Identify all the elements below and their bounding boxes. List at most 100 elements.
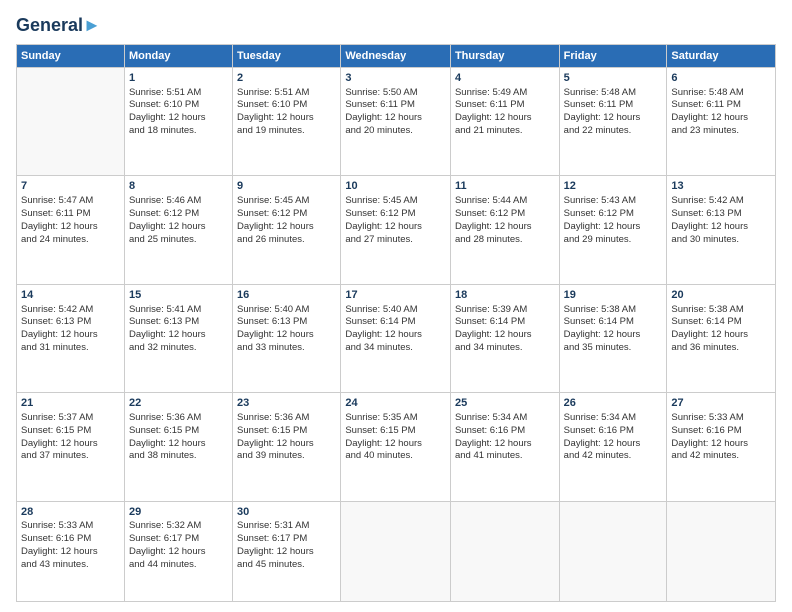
day-info-line: Sunset: 6:16 PM [671,425,771,438]
day-info-line: Sunrise: 5:47 AM [21,195,120,208]
day-number: 14 [21,288,120,303]
day-info-line: and 42 minutes. [564,450,663,463]
day-info-line: Daylight: 12 hours [21,329,120,342]
day-info-line: Sunset: 6:15 PM [21,425,120,438]
day-info-line: and 44 minutes. [129,559,228,572]
day-number: 11 [455,179,555,194]
day-info-line: and 34 minutes. [455,342,555,355]
day-info-line: Sunrise: 5:33 AM [671,412,771,425]
day-info-line: Sunset: 6:11 PM [671,99,771,112]
day-info-line: and 25 minutes. [129,234,228,247]
day-info-line: Sunset: 6:12 PM [237,208,336,221]
day-info-line: Sunrise: 5:33 AM [21,520,120,533]
day-info-line: Daylight: 12 hours [237,221,336,234]
weekday-header-tuesday: Tuesday [233,44,341,67]
calendar-cell: 23Sunrise: 5:36 AMSunset: 6:15 PMDayligh… [233,393,341,501]
day-info-line: and 39 minutes. [237,450,336,463]
calendar-cell: 22Sunrise: 5:36 AMSunset: 6:15 PMDayligh… [124,393,232,501]
day-number: 10 [345,179,446,194]
day-info-line: and 41 minutes. [455,450,555,463]
calendar-week-row: 7Sunrise: 5:47 AMSunset: 6:11 PMDaylight… [17,176,776,284]
day-info-line: Sunrise: 5:32 AM [129,520,228,533]
day-info-line: and 30 minutes. [671,234,771,247]
calendar-cell: 5Sunrise: 5:48 AMSunset: 6:11 PMDaylight… [559,67,667,175]
day-info-line: Daylight: 12 hours [129,329,228,342]
day-info-line: and 43 minutes. [21,559,120,572]
day-number: 1 [129,71,228,86]
calendar-cell: 15Sunrise: 5:41 AMSunset: 6:13 PMDayligh… [124,284,232,392]
calendar-cell [341,501,451,601]
day-number: 26 [564,396,663,411]
day-info-line: Sunset: 6:15 PM [345,425,446,438]
calendar-cell: 25Sunrise: 5:34 AMSunset: 6:16 PMDayligh… [450,393,559,501]
calendar-page: General► SundayMondayTuesdayWednesdayThu… [0,0,792,612]
day-info-line: Sunset: 6:14 PM [671,316,771,329]
weekday-header-friday: Friday [559,44,667,67]
day-info-line: Sunrise: 5:44 AM [455,195,555,208]
day-info-line: Daylight: 12 hours [129,438,228,451]
day-info-line: Sunset: 6:16 PM [21,533,120,546]
day-info-line: Sunset: 6:14 PM [345,316,446,329]
day-info-line: and 38 minutes. [129,450,228,463]
day-info-line: Sunset: 6:10 PM [129,99,228,112]
day-info-line: Daylight: 12 hours [455,221,555,234]
day-number: 12 [564,179,663,194]
calendar-cell: 20Sunrise: 5:38 AMSunset: 6:14 PMDayligh… [667,284,776,392]
day-info-line: Sunrise: 5:46 AM [129,195,228,208]
logo-general: General [16,15,83,35]
calendar-week-row: 21Sunrise: 5:37 AMSunset: 6:15 PMDayligh… [17,393,776,501]
calendar-cell [667,501,776,601]
day-info-line: Sunset: 6:13 PM [21,316,120,329]
day-info-line: Daylight: 12 hours [237,112,336,125]
calendar-cell: 13Sunrise: 5:42 AMSunset: 6:13 PMDayligh… [667,176,776,284]
calendar-week-row: 28Sunrise: 5:33 AMSunset: 6:16 PMDayligh… [17,501,776,601]
calendar-cell: 29Sunrise: 5:32 AMSunset: 6:17 PMDayligh… [124,501,232,601]
day-info-line: Sunset: 6:16 PM [564,425,663,438]
day-info-line: Sunrise: 5:38 AM [671,304,771,317]
day-info-line: Daylight: 12 hours [671,221,771,234]
day-info-line: Sunrise: 5:42 AM [671,195,771,208]
day-number: 25 [455,396,555,411]
calendar-cell: 14Sunrise: 5:42 AMSunset: 6:13 PMDayligh… [17,284,125,392]
day-info-line: Sunrise: 5:41 AM [129,304,228,317]
day-info-line: Sunset: 6:17 PM [129,533,228,546]
day-info-line: Daylight: 12 hours [129,112,228,125]
calendar-cell: 17Sunrise: 5:40 AMSunset: 6:14 PMDayligh… [341,284,451,392]
day-info-line: Sunrise: 5:34 AM [564,412,663,425]
day-info-line: Daylight: 12 hours [671,112,771,125]
day-info-line: Sunset: 6:14 PM [564,316,663,329]
calendar-cell: 27Sunrise: 5:33 AMSunset: 6:16 PMDayligh… [667,393,776,501]
logo-bird-icon: ► [83,15,101,35]
day-info-line: Daylight: 12 hours [345,112,446,125]
day-info-line: Sunrise: 5:51 AM [129,87,228,100]
day-number: 5 [564,71,663,86]
day-info-line: and 19 minutes. [237,125,336,138]
day-info-line: Sunset: 6:11 PM [345,99,446,112]
day-info-line: Sunset: 6:13 PM [671,208,771,221]
day-info-line: Daylight: 12 hours [237,438,336,451]
day-info-line: and 37 minutes. [21,450,120,463]
day-info-line: Sunrise: 5:45 AM [237,195,336,208]
day-info-line: Daylight: 12 hours [345,221,446,234]
day-info-line: Daylight: 12 hours [564,112,663,125]
logo: General► [16,16,101,36]
day-info-line: and 23 minutes. [671,125,771,138]
day-number: 7 [21,179,120,194]
day-info-line: and 42 minutes. [671,450,771,463]
day-number: 6 [671,71,771,86]
day-number: 30 [237,505,336,520]
day-info-line: Sunrise: 5:39 AM [455,304,555,317]
weekday-header-thursday: Thursday [450,44,559,67]
calendar-cell: 24Sunrise: 5:35 AMSunset: 6:15 PMDayligh… [341,393,451,501]
day-info-line: and 34 minutes. [345,342,446,355]
day-info-line: Sunrise: 5:38 AM [564,304,663,317]
day-info-line: Sunset: 6:12 PM [564,208,663,221]
calendar-cell [17,67,125,175]
calendar-cell: 7Sunrise: 5:47 AMSunset: 6:11 PMDaylight… [17,176,125,284]
calendar-cell: 9Sunrise: 5:45 AMSunset: 6:12 PMDaylight… [233,176,341,284]
day-info-line: Daylight: 12 hours [671,329,771,342]
calendar-cell: 2Sunrise: 5:51 AMSunset: 6:10 PMDaylight… [233,67,341,175]
calendar-cell: 28Sunrise: 5:33 AMSunset: 6:16 PMDayligh… [17,501,125,601]
day-info-line: Sunset: 6:11 PM [455,99,555,112]
calendar-table: SundayMondayTuesdayWednesdayThursdayFrid… [16,44,776,602]
